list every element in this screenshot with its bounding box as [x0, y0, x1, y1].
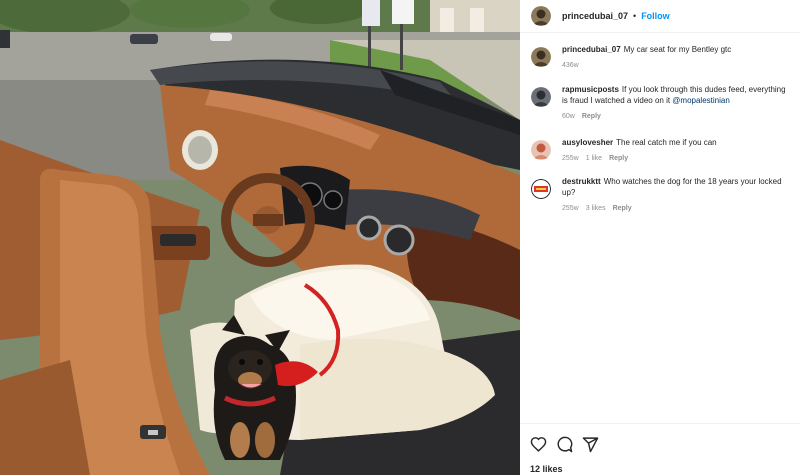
comment-icon[interactable]: [556, 436, 573, 453]
comment-username[interactable]: rapmusicposts: [562, 85, 619, 94]
like-count[interactable]: 12 likes: [530, 464, 563, 474]
caption-time[interactable]: 436w: [562, 60, 579, 71]
comment-body: rapmusicposts If you look through this du…: [562, 84, 800, 122]
comment-meta: 60w Reply: [562, 111, 800, 122]
post-photo[interactable]: [0, 0, 520, 475]
post-image: [0, 0, 520, 475]
heart-icon[interactable]: [530, 436, 547, 453]
commenter-avatar[interactable]: [531, 87, 551, 107]
comment-username[interactable]: destrukktt: [562, 177, 601, 186]
reply-button[interactable]: Reply: [582, 111, 601, 122]
caption-username[interactable]: princedubai_07: [562, 45, 621, 54]
post-actions: 12 likes: [520, 423, 800, 476]
comment-text: If you look through this dudes feed, eve…: [621, 85, 786, 94]
comment-text: The real catch me if you can: [616, 138, 717, 147]
comment-text: Who watches the dog for the 18 years you…: [603, 177, 782, 186]
commenter-avatar[interactable]: [531, 140, 551, 160]
post-header: princedubai_07 • Follow: [520, 0, 800, 33]
comment-body: destrukktt Who watches the dog for the 18…: [562, 176, 800, 214]
reply-button[interactable]: Reply: [613, 203, 632, 214]
comment-text-cont: is fraud I watched a video on it: [562, 96, 671, 105]
caption-text: My car seat for my Bentley gtc: [623, 45, 732, 54]
separator-dot: •: [633, 11, 637, 21]
comment-text-cont: up?: [562, 188, 576, 197]
comment-username[interactable]: ausylovesher: [562, 138, 613, 147]
comment-item: ausylovesher The real catch me if you can…: [531, 137, 800, 164]
comment-likes[interactable]: 1 like: [586, 153, 602, 164]
comment-mention[interactable]: @mopalestinian: [672, 96, 729, 105]
comment-item: destrukktt Who watches the dog for the 18…: [531, 176, 800, 214]
action-bar: [530, 436, 599, 453]
caption-avatar[interactable]: [531, 47, 551, 67]
caption-meta: 436w: [562, 60, 800, 71]
comment-time[interactable]: 60w: [562, 111, 575, 122]
caption-body: princedubai_07 My car seat for my Bentley…: [562, 44, 800, 71]
comment-likes[interactable]: 3 likes: [586, 203, 606, 214]
comment-time[interactable]: 255w: [562, 203, 579, 214]
share-icon[interactable]: [582, 436, 599, 453]
follow-button[interactable]: Follow: [641, 11, 670, 21]
reply-button[interactable]: Reply: [609, 153, 628, 164]
caption: princedubai_07 My car seat for my Bentley…: [531, 44, 800, 71]
author-username[interactable]: princedubai_07: [562, 11, 628, 21]
commenter-avatar[interactable]: [531, 179, 551, 199]
comment-meta: 255w 3 likes Reply: [562, 203, 800, 214]
post-sidebar: princedubai_07 • Follow princedubai_07 My…: [520, 0, 800, 475]
comment-item: rapmusicposts If you look through this du…: [531, 84, 800, 122]
author-avatar[interactable]: [531, 6, 551, 26]
comment-meta: 255w 1 like Reply: [562, 153, 800, 164]
comment-time[interactable]: 255w: [562, 153, 579, 164]
comment-body: ausylovesher The real catch me if you can…: [562, 137, 800, 164]
